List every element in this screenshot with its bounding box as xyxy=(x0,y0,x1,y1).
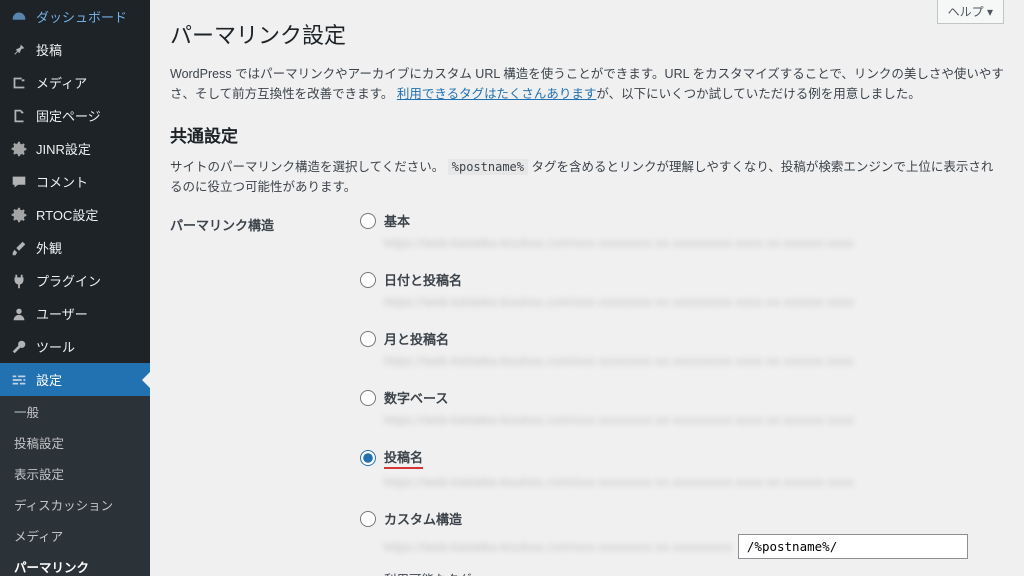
example-url-blurred: https://web-kaitaika-kouhou.com/xxx-xxxx… xyxy=(384,413,1004,427)
custom-structure-input[interactable] xyxy=(738,534,968,559)
page-title: パーマリンク設定 xyxy=(170,18,1004,50)
available-tags-label: 利用可能なタグ: xyxy=(384,569,1004,576)
sidebar-item-label: 外観 xyxy=(36,238,62,257)
main-content: ヘルプ ▾ パーマリンク設定 WordPress ではパーマリンクやアーカイブに… xyxy=(150,0,1024,576)
sidebar-item-label: ユーザー xyxy=(36,304,88,323)
page-description-1: WordPress ではパーマリンクやアーカイブにカスタム URL 構造を使うこ… xyxy=(170,64,1004,104)
permalink-radio-label[interactable]: 基本 xyxy=(384,211,410,230)
sidebar-item-label: コメント xyxy=(36,172,88,191)
permalink-radio-label[interactable]: 日付と投稿名 xyxy=(384,270,462,289)
permalink-radio-3[interactable] xyxy=(360,390,376,406)
admin-sidebar: ダッシュボード投稿メディア固定ページJINR設定コメントRTOC設定外観プラグイ… xyxy=(0,0,150,576)
user-icon xyxy=(10,305,28,323)
common-settings-desc: サイトのパーマリンク構造を選択してください。 %postname% タグを含める… xyxy=(170,157,1004,197)
sidebar-item-label: JINR設定 xyxy=(36,139,91,158)
sidebar-item-11[interactable]: 設定 xyxy=(0,363,150,396)
dashboard-icon xyxy=(10,8,28,26)
sidebar-item-8[interactable]: プラグイン xyxy=(0,264,150,297)
permalink-option-4: 投稿名 https://web-kaitaika-kouhou.com/xxx-x… xyxy=(360,447,1004,489)
tool-icon xyxy=(10,338,28,356)
permalink-option-5: カスタム構造 https://web-kaitaika-kouhou.com/xx… xyxy=(360,509,1004,576)
sidebar-item-label: メディア xyxy=(36,73,87,92)
permalink-option-0: 基本 https://web-kaitaika-kouhou.com/xxx-xx… xyxy=(360,211,1004,250)
sidebar-item-0[interactable]: ダッシュボード xyxy=(0,0,150,33)
media-icon xyxy=(10,74,28,92)
submenu-item-1[interactable]: 投稿設定 xyxy=(0,427,150,458)
sidebar-item-2[interactable]: メディア xyxy=(0,66,150,99)
sidebar-item-label: RTOC設定 xyxy=(36,205,98,224)
pin-icon xyxy=(10,41,28,59)
help-button[interactable]: ヘルプ ▾ xyxy=(937,0,1004,24)
sidebar-item-6[interactable]: RTOC設定 xyxy=(0,198,150,231)
permalink-radio-2[interactable] xyxy=(360,331,376,347)
sidebar-item-3[interactable]: 固定ページ xyxy=(0,99,150,132)
postname-code: %postname% xyxy=(448,159,528,175)
permalink-option-2: 月と投稿名 https://web-kaitaika-kouhou.com/xxx… xyxy=(360,329,1004,368)
sidebar-item-label: ダッシュボード xyxy=(36,7,127,26)
example-url-blurred: https://web-kaitaika-kouhou.com/xxx-xxxx… xyxy=(384,354,1004,368)
permalink-option-3: 数字ベース https://web-kaitaika-kouhou.com/xxx… xyxy=(360,388,1004,427)
sidebar-item-9[interactable]: ユーザー xyxy=(0,297,150,330)
sidebar-item-1[interactable]: 投稿 xyxy=(0,33,150,66)
sliders-icon xyxy=(10,371,28,389)
comment-icon xyxy=(10,173,28,191)
permalink-radio-label[interactable]: カスタム構造 xyxy=(384,509,462,528)
page-icon xyxy=(10,107,28,125)
sidebar-item-label: プラグイン xyxy=(36,271,101,290)
sidebar-item-label: 固定ページ xyxy=(36,106,101,125)
tags-help-link[interactable]: 利用できるタグはたくさんあります xyxy=(397,87,597,101)
example-url-blurred: https://web-kaitaika-kouhou.com/xxx-xxxx… xyxy=(384,475,1004,489)
plug-icon xyxy=(10,272,28,290)
permalink-radio-5[interactable] xyxy=(360,511,376,527)
sidebar-item-5[interactable]: コメント xyxy=(0,165,150,198)
example-url-blurred: https://web-kaitaika-kouhou.com/xxx-xxxx… xyxy=(384,236,1004,250)
permalink-radio-label[interactable]: 投稿名 xyxy=(384,447,423,469)
permalink-radio-label[interactable]: 数字ベース xyxy=(384,388,448,407)
example-url-blurred: https://web-kaitaika-kouhou.com/xxx-xxxx… xyxy=(384,540,732,554)
permalink-radio-4[interactable] xyxy=(360,450,376,466)
submenu-item-2[interactable]: 表示設定 xyxy=(0,458,150,489)
submenu-item-5[interactable]: パーマリンク xyxy=(0,551,150,576)
sidebar-item-label: 設定 xyxy=(36,370,62,389)
brush-icon xyxy=(10,239,28,257)
sidebar-item-label: 投稿 xyxy=(36,40,62,59)
permalink-structure-label: パーマリンク構造 xyxy=(170,211,340,234)
common-settings-heading: 共通設定 xyxy=(170,122,1004,147)
permalink-radio-1[interactable] xyxy=(360,272,376,288)
submenu-item-3[interactable]: ディスカッション xyxy=(0,489,150,520)
permalink-option-1: 日付と投稿名 https://web-kaitaika-kouhou.com/xx… xyxy=(360,270,1004,309)
sidebar-item-10[interactable]: ツール xyxy=(0,330,150,363)
submenu-item-4[interactable]: メディア xyxy=(0,520,150,551)
sidebar-item-7[interactable]: 外観 xyxy=(0,231,150,264)
sidebar-item-4[interactable]: JINR設定 xyxy=(0,132,150,165)
permalink-radio-label[interactable]: 月と投稿名 xyxy=(384,329,449,348)
example-url-blurred: https://web-kaitaika-kouhou.com/xxx-xxxx… xyxy=(384,295,1004,309)
sidebar-item-label: ツール xyxy=(36,337,75,356)
gear-icon xyxy=(10,140,28,158)
gear-icon xyxy=(10,206,28,224)
submenu-item-0[interactable]: 一般 xyxy=(0,396,150,427)
permalink-radio-0[interactable] xyxy=(360,213,376,229)
